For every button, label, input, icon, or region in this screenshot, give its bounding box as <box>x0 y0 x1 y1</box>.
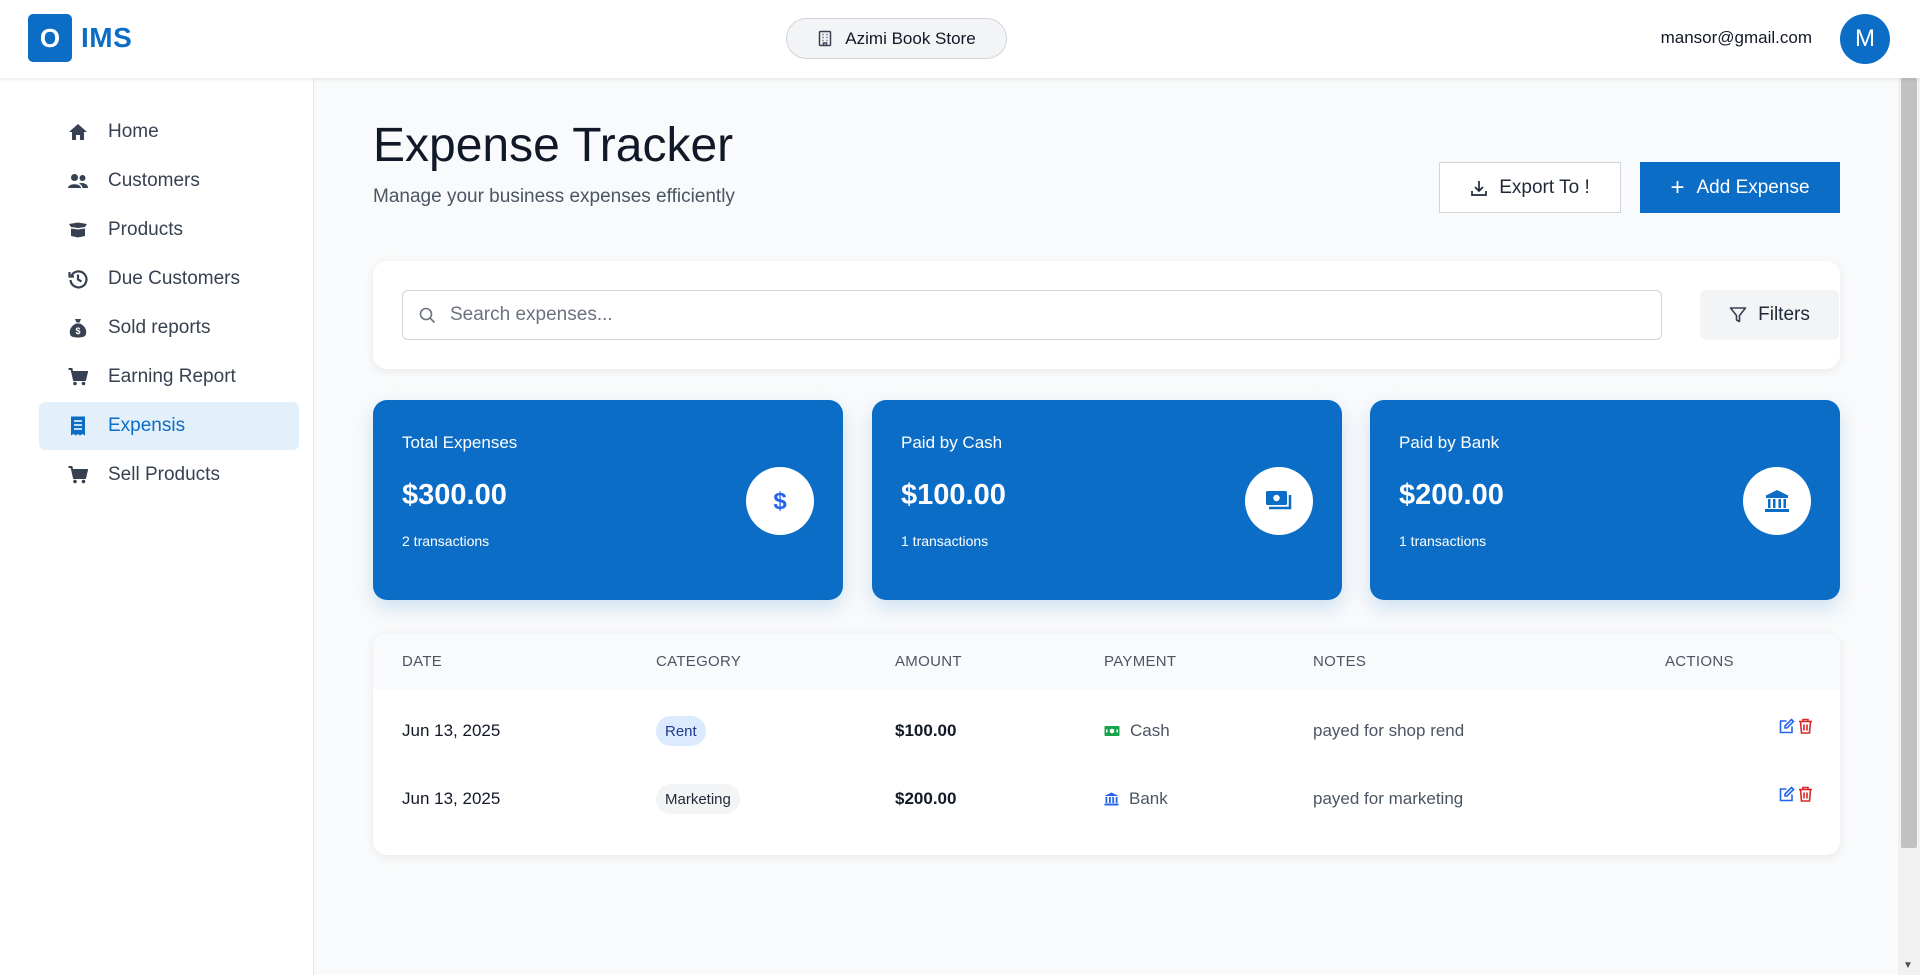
filters-button[interactable]: Filters <box>1700 290 1839 340</box>
row-date: Jun 13, 2025 <box>402 721 501 740</box>
sidebar-item-label: Customers <box>108 170 200 191</box>
row-notes: payed for marketing <box>1313 789 1464 808</box>
app-name: IMS <box>81 22 133 53</box>
scrollbar-thumb[interactable] <box>1901 78 1917 848</box>
row-actions <box>1778 717 1814 735</box>
row-amount: $200.00 <box>895 789 957 808</box>
row-notes: payed for shop rend <box>1313 721 1465 740</box>
svg-text:$: $ <box>75 326 80 336</box>
sidebar-item-label: Sold reports <box>108 317 211 338</box>
search-input[interactable] <box>450 304 1630 326</box>
stat-card-paid-by-bank: Paid by Bank $200.00 1 transactions <box>1370 400 1840 600</box>
export-button[interactable]: Export To ! <box>1439 162 1621 213</box>
history-icon <box>67 268 89 290</box>
add-expense-button[interactable]: + Add Expense <box>1640 162 1840 213</box>
avatar[interactable]: M <box>1840 14 1890 64</box>
sidebar-item-label: Due Customers <box>108 268 240 289</box>
sidebar-item-sold-reports[interactable]: $ Sold reports <box>39 304 299 352</box>
sidebar: Home Customers Products Due Customers $ … <box>0 78 314 975</box>
sidebar-item-label: Products <box>108 219 183 240</box>
stat-count: 2 transactions <box>402 533 490 549</box>
stat-count: 1 transactions <box>901 533 989 549</box>
main-content: Expense Tracker Manage your business exp… <box>344 78 1870 975</box>
logo-badge: O <box>28 14 72 62</box>
expenses-table: DATE CATEGORY AMOUNT PAYMENT NOTES ACTIO… <box>373 633 1840 855</box>
store-name: Azimi Book Store <box>845 28 976 48</box>
row-payment: Cash <box>1104 721 1170 741</box>
delete-icon[interactable] <box>1796 717 1814 735</box>
delete-icon[interactable] <box>1796 785 1814 803</box>
money-bag-icon: $ <box>67 317 89 339</box>
export-label: Export To ! <box>1499 176 1590 198</box>
column-header-payment[interactable]: PAYMENT <box>1104 653 1176 670</box>
stat-card-paid-by-cash: Paid by Cash $100.00 1 transactions <box>872 400 1342 600</box>
receipt-icon <box>67 415 89 437</box>
cash-icon <box>1245 467 1313 535</box>
stat-count: 1 transactions <box>1399 533 1487 549</box>
column-header-notes[interactable]: NOTES <box>1313 653 1366 670</box>
sidebar-item-home[interactable]: Home <box>39 108 299 156</box>
stat-label: Paid by Bank <box>1399 433 1500 452</box>
home-icon <box>67 121 89 143</box>
page-scrollbar[interactable]: ▼ <box>1898 78 1920 975</box>
row-date: Jun 13, 2025 <box>402 789 501 808</box>
add-expense-label: Add Expense <box>1696 176 1810 198</box>
search-card: Filters <box>373 261 1840 369</box>
column-header-amount[interactable]: AMOUNT <box>895 653 962 670</box>
box-icon <box>67 219 89 241</box>
users-icon <box>67 170 89 192</box>
plus-icon: + <box>1670 173 1685 201</box>
sidebar-item-due-customers[interactable]: Due Customers <box>39 255 299 303</box>
building-icon <box>819 30 832 47</box>
cash-icon <box>1104 726 1120 736</box>
column-header-date[interactable]: DATE <box>402 653 442 670</box>
row-actions <box>1778 785 1814 803</box>
bank-icon <box>1104 792 1119 806</box>
category-badge: Marketing <box>656 784 740 814</box>
stat-value: $200.00 <box>1399 479 1504 511</box>
top-bar: O IMS Azimi Book Store mansor@gmail.com … <box>0 0 1920 78</box>
sidebar-item-sell-products[interactable]: Sell Products <box>39 451 299 499</box>
sidebar-item-label: Expensis <box>108 415 186 436</box>
user-email: mansor@gmail.com <box>1660 28 1812 47</box>
app-logo[interactable]: O IMS <box>28 14 132 62</box>
stat-value: $100.00 <box>901 479 1006 511</box>
svg-text:$: $ <box>773 488 787 514</box>
filter-icon <box>1729 307 1747 323</box>
page-title: Expense Tracker <box>373 119 734 172</box>
payment-label: Cash <box>1130 721 1170 740</box>
edit-icon[interactable] <box>1778 717 1796 735</box>
table-header: DATE CATEGORY AMOUNT PAYMENT NOTES ACTIO… <box>373 633 1840 689</box>
edit-icon[interactable] <box>1778 785 1796 803</box>
sidebar-item-label: Sell Products <box>108 464 220 485</box>
row-amount: $100.00 <box>895 721 957 740</box>
table-row: Jun 13, 2025 Marketing $200.00 Bank paye… <box>373 757 1840 840</box>
category-badge: Rent <box>656 716 706 746</box>
cart-icon <box>67 464 89 486</box>
store-selector[interactable]: Azimi Book Store <box>786 18 1007 59</box>
sidebar-item-expensis[interactable]: Expensis <box>39 402 299 450</box>
search-icon <box>419 307 436 323</box>
stat-label: Paid by Cash <box>901 433 1003 452</box>
sidebar-item-earning-report[interactable]: Earning Report <box>39 353 299 401</box>
bank-icon <box>1743 467 1811 535</box>
sidebar-item-label: Earning Report <box>108 366 236 387</box>
column-header-actions: ACTIONS <box>1665 653 1734 670</box>
cart-icon <box>67 366 89 388</box>
search-box[interactable] <box>402 290 1662 340</box>
stat-value: $300.00 <box>402 479 507 511</box>
filters-label: Filters <box>1758 304 1810 325</box>
row-payment: Bank <box>1104 789 1168 809</box>
page-subtitle: Manage your business expenses efficientl… <box>373 186 735 207</box>
download-icon <box>1471 180 1488 196</box>
dollar-icon: $ <box>746 467 814 535</box>
scroll-down-icon[interactable]: ▼ <box>1903 960 1913 971</box>
stat-card-total-expenses: Total Expenses $300.00 2 transactions $ <box>373 400 843 600</box>
stat-label: Total Expenses <box>402 433 518 452</box>
payment-label: Bank <box>1129 789 1168 808</box>
sidebar-item-label: Home <box>108 121 159 142</box>
sidebar-item-customers[interactable]: Customers <box>39 157 299 205</box>
sidebar-item-products[interactable]: Products <box>39 206 299 254</box>
column-header-category[interactable]: CATEGORY <box>656 653 741 670</box>
